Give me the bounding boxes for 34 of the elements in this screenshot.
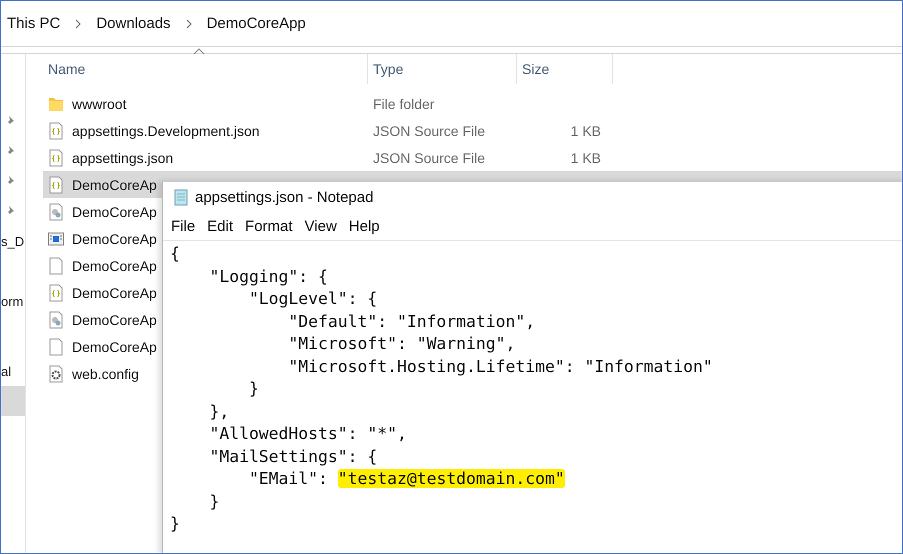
code-line: "LogLevel": { <box>248 289 378 308</box>
code-line: "Microsoft": "Warning", <box>287 334 516 353</box>
code-line: "Default": "Information", <box>287 312 536 330</box>
file-type: File folder <box>372 96 436 112</box>
file-name: DemoCoreAp <box>72 230 157 246</box>
code-line: "AllowedHosts": "*", <box>208 424 407 443</box>
file-name: DemoCoreAp <box>72 338 157 354</box>
file-type: JSON Source File <box>372 122 486 138</box>
file-name: DemoCoreAp <box>72 258 157 274</box>
file-size: 1 KB <box>570 122 602 138</box>
file-name: DemoCoreAp <box>72 284 157 300</box>
code-line: "EMail": <box>248 469 329 488</box>
file-name: DemoCoreAp <box>72 176 157 192</box>
code-line: "Logging": { <box>208 266 328 286</box>
code-line: { <box>170 244 180 263</box>
file-size: 1 KB <box>570 150 602 166</box>
nav-label: al <box>1 364 12 378</box>
code-line: }, <box>208 402 230 420</box>
file-name: wwwroot <box>72 96 126 112</box>
file-name: DemoCoreAp <box>72 204 157 220</box>
code-line: } <box>248 379 259 398</box>
nav-label: s_D <box>1 234 24 248</box>
window-title: appsettings.json - Notepad <box>195 188 374 206</box>
code-line: } <box>208 492 220 510</box>
code-line: "MailSettings": { <box>208 446 378 466</box>
file-name: appsettings.json <box>72 150 174 166</box>
code-line: "Microsoft.Hosting.Lifetime": "Information" <box>287 356 713 376</box>
nav-label: orm <box>1 294 24 308</box>
highlighted-text: "testaz@testdomain.com" <box>338 469 565 488</box>
code-line: } <box>170 514 180 533</box>
file-type: JSON Source File <box>372 150 486 166</box>
file-name: web.config <box>72 366 139 382</box>
file-name: appsettings.Development.json <box>72 122 260 138</box>
file-name: DemoCoreAp <box>72 312 157 328</box>
